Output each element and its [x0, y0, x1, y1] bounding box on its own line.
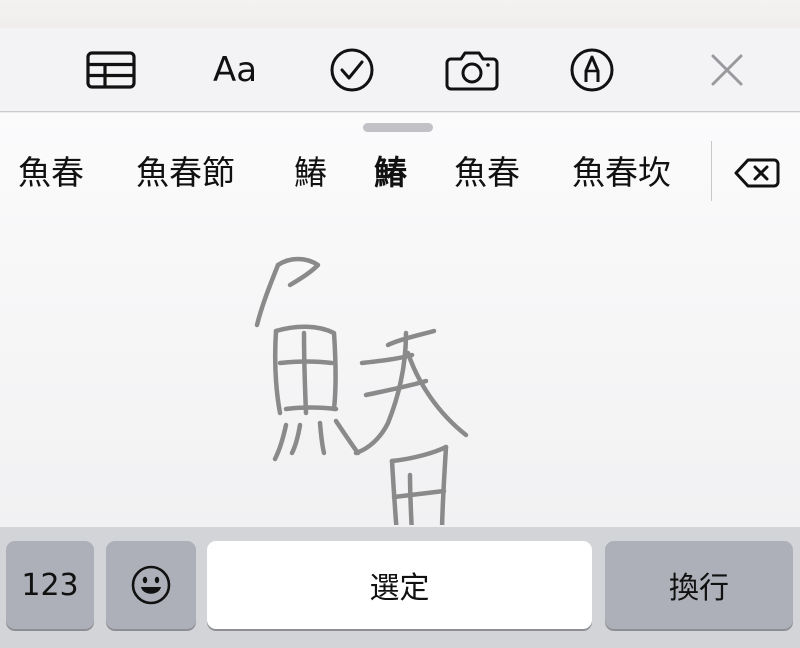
format-text-button[interactable]: Aa: [204, 42, 266, 98]
candidate-item-selected[interactable]: 鰆: [374, 149, 407, 197]
return-key-label: 換行: [669, 571, 729, 606]
checklist-button[interactable]: [322, 42, 382, 98]
select-key-label: 選定: [369, 571, 430, 606]
candidate-item[interactable]: 魚春: [18, 149, 84, 197]
emoji-icon: [131, 565, 171, 605]
camera-button[interactable]: [442, 42, 502, 98]
candidate-item[interactable]: 鰆: [294, 149, 327, 197]
candidate-bar: 魚春 魚春節 鰆 鰆 魚春 魚春坎: [0, 143, 710, 203]
candidate-item[interactable]: 魚春節: [136, 149, 235, 197]
select-space-key[interactable]: 選定: [207, 541, 592, 629]
notes-toolbar: Aa: [0, 28, 800, 112]
camera-icon: [445, 51, 499, 91]
emoji-key[interactable]: [106, 541, 196, 629]
note-paper-edge: [0, 0, 800, 28]
format-text-label: Aa: [212, 50, 258, 90]
handwriting-canvas[interactable]: [0, 213, 800, 550]
handwritten-character: [254, 256, 469, 550]
markup-button[interactable]: [562, 42, 622, 98]
candidate-item[interactable]: 魚春坎: [572, 149, 671, 197]
return-key[interactable]: 換行: [605, 541, 793, 629]
table-button[interactable]: [81, 42, 141, 98]
delete-button[interactable]: [728, 153, 786, 193]
close-button[interactable]: [697, 42, 757, 98]
numbers-key-label: 123: [21, 567, 79, 603]
keyboard-grabber[interactable]: [363, 123, 433, 132]
candidate-divider: [711, 141, 712, 201]
close-icon: [711, 54, 743, 86]
markup-pen-icon: [570, 48, 614, 92]
table-icon: [86, 51, 136, 89]
checklist-icon: [330, 48, 374, 92]
backspace-icon: [734, 158, 780, 188]
handwriting-keyboard: 魚春 魚春節 鰆 鰆 魚春 魚春坎 123 選定 換行: [0, 113, 800, 648]
keyboard-bottom-row: 123 選定 換行: [0, 527, 800, 648]
candidate-item[interactable]: 魚春: [454, 149, 520, 197]
numbers-key[interactable]: 123: [6, 541, 94, 629]
